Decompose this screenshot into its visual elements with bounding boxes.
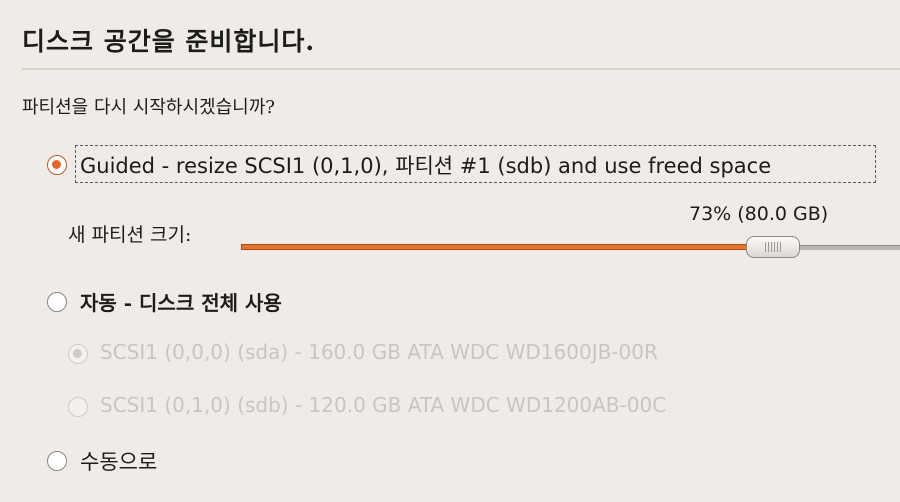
disk-sda-radio[interactable] <box>68 344 88 364</box>
slider-thumb[interactable] <box>746 236 800 258</box>
title-divider <box>22 68 900 70</box>
guided-option-label[interactable]: Guided - resize SCSI1 (0,1,0), 파티션 #1 (s… <box>80 150 771 180</box>
manual-radio[interactable] <box>47 451 67 471</box>
new-partition-size-label: 새 파티션 크기: <box>68 224 192 246</box>
guided-radio[interactable] <box>47 155 67 175</box>
page-title: 디스크 공간을 준비합니다. <box>22 27 316 56</box>
disk-sda-label: SCSI1 (0,0,0) (sda) - 160.0 GB ATA WDC W… <box>100 340 658 364</box>
auto-radio[interactable] <box>47 292 67 312</box>
partition-dialog: 디스크 공간을 준비합니다. 파티션을 다시 시작하시겠습니까? Guided … <box>0 0 900 502</box>
new-partition-size-value: 73% (80.0 GB) <box>689 203 829 225</box>
disk-sdb-label: SCSI1 (0,1,0) (sdb) - 120.0 GB ATA WDC W… <box>100 393 667 417</box>
question-text: 파티션을 다시 시작하시겠습니까? <box>22 97 275 118</box>
disk-sdb-radio[interactable] <box>68 397 88 417</box>
slider-track-fill[interactable] <box>241 244 756 250</box>
slider-track-rest[interactable] <box>797 245 900 250</box>
auto-option-label[interactable]: 자동 - 디스크 전체 사용 <box>80 287 282 316</box>
manual-option-label[interactable]: 수동으로 <box>80 446 157 476</box>
